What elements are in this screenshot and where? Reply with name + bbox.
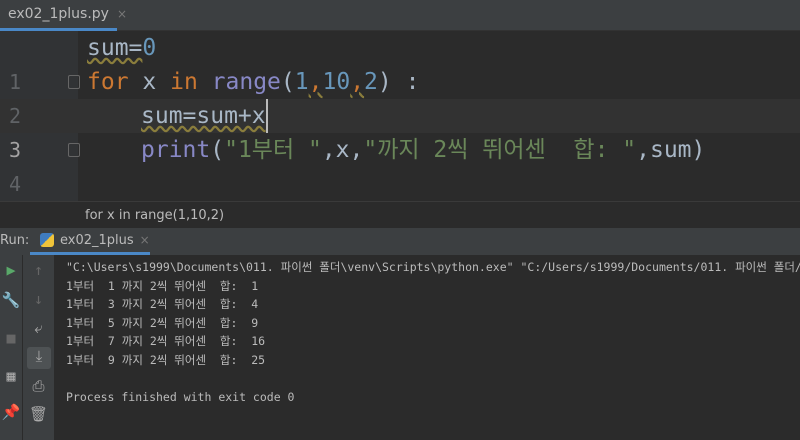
- run-label: Run:: [0, 233, 30, 248]
- stop-icon[interactable]: ■: [0, 329, 22, 347]
- rerun-icon[interactable]: ▶: [0, 261, 22, 279]
- code-token: for: [87, 69, 129, 95]
- console-line: 1부터 7 까지 2씩 뛰어센 합: 16: [66, 334, 266, 349]
- code-token: 10: [322, 69, 351, 95]
- code-token: (: [280, 69, 295, 95]
- code-token: print: [141, 137, 211, 163]
- code-token: ,x,: [321, 137, 364, 163]
- editor-tab-bar: ex02_1plus.py ×: [0, 0, 800, 31]
- file-tab[interactable]: ex02_1plus.py ×: [0, 0, 127, 31]
- code-token: "1부터 ": [224, 137, 322, 163]
- fold-icon[interactable]: [68, 143, 80, 157]
- code-token: 1: [294, 69, 309, 95]
- code-token: range: [211, 69, 281, 95]
- fold-icon[interactable]: [68, 75, 80, 89]
- console-line: 1부터 5 까지 2씩 뛰어센 합: 9: [66, 315, 259, 330]
- code-token: 2: [364, 69, 378, 95]
- file-tab-label: ex02_1plus.py: [8, 6, 109, 22]
- run-tab[interactable]: ex02_1plus ×: [30, 228, 150, 255]
- code-token: in: [170, 69, 198, 95]
- console-line: 1부터 1 까지 2씩 뛰어센 합: 1: [66, 278, 259, 293]
- code-line: 1 sum=0: [0, 31, 800, 94]
- python-icon: [40, 233, 54, 247]
- run-tab-label: ex02_1plus: [60, 232, 134, 248]
- run-toolbar: Run: ex02_1plus ×: [0, 228, 800, 255]
- console-line: "C:\Users\s1999\Documents\011. 파이썬 폴더\ve…: [66, 260, 800, 274]
- down-arrow-icon[interactable]: ↓: [23, 290, 54, 308]
- code-token: (: [210, 137, 225, 163]
- console-line: Process finished with exit code 0: [66, 390, 295, 405]
- scroll-to-end-icon[interactable]: ⤓: [27, 347, 51, 369]
- wrench-icon[interactable]: 🔧: [0, 291, 22, 309]
- run-side-toolbar: ▶ 🔧 ■ ▦ 📌: [0, 255, 22, 440]
- line-number: 4: [8, 172, 22, 196]
- code-token: x: [128, 69, 171, 95]
- trash-icon[interactable]: 🗑: [23, 405, 54, 423]
- line-number: 1: [8, 70, 22, 94]
- print-icon[interactable]: ⎙: [23, 377, 54, 395]
- line-number: 3: [8, 138, 22, 162]
- line-number: 2: [8, 104, 22, 128]
- code-token: 0: [142, 35, 157, 61]
- pin-icon[interactable]: 📌: [0, 403, 22, 421]
- console-toolbar: ↑ ↓ ⤶ ⤓ ⎙ 🗑: [22, 255, 54, 440]
- code-token: sum=: [87, 35, 143, 61]
- code-token: ,: [350, 69, 365, 95]
- layout-icon[interactable]: ▦: [0, 367, 22, 385]
- console-output[interactable]: "C:\Users\s1999\Documents\011. 파이썬 폴더\ve…: [54, 255, 800, 440]
- code-token: "까지 2씩 뛰어센 합: ": [363, 137, 637, 163]
- code-editor[interactable]: 1 sum=0 2 for x in range(1,10,2) : 3 sum…: [0, 31, 800, 201]
- console-line: 1부터 3 까지 2씩 뛰어센 합: 4: [66, 297, 259, 312]
- code-line: 2 for x in range(1,10,2) :: [0, 65, 800, 128]
- breadcrumb[interactable]: for x in range(1,10,2): [0, 201, 800, 228]
- close-run-tab-icon[interactable]: ×: [140, 233, 150, 247]
- up-arrow-icon[interactable]: ↑: [23, 261, 54, 279]
- code-token: ,: [308, 69, 323, 95]
- code-token: sum=sum+x: [141, 103, 266, 129]
- console-line: 1부터 9 까지 2씩 뛰어센 합: 25: [66, 352, 266, 367]
- code-token: ,sum): [636, 137, 706, 163]
- code-line-current: 3 sum=sum+x: [0, 99, 800, 162]
- soft-wrap-icon[interactable]: ⤶: [23, 319, 54, 337]
- close-tab-icon[interactable]: ×: [117, 7, 127, 21]
- code-token: ) :: [377, 69, 420, 95]
- code-line: 4 print("1부터 ",x,"까지 2씩 뛰어센 합: ",sum): [0, 133, 800, 196]
